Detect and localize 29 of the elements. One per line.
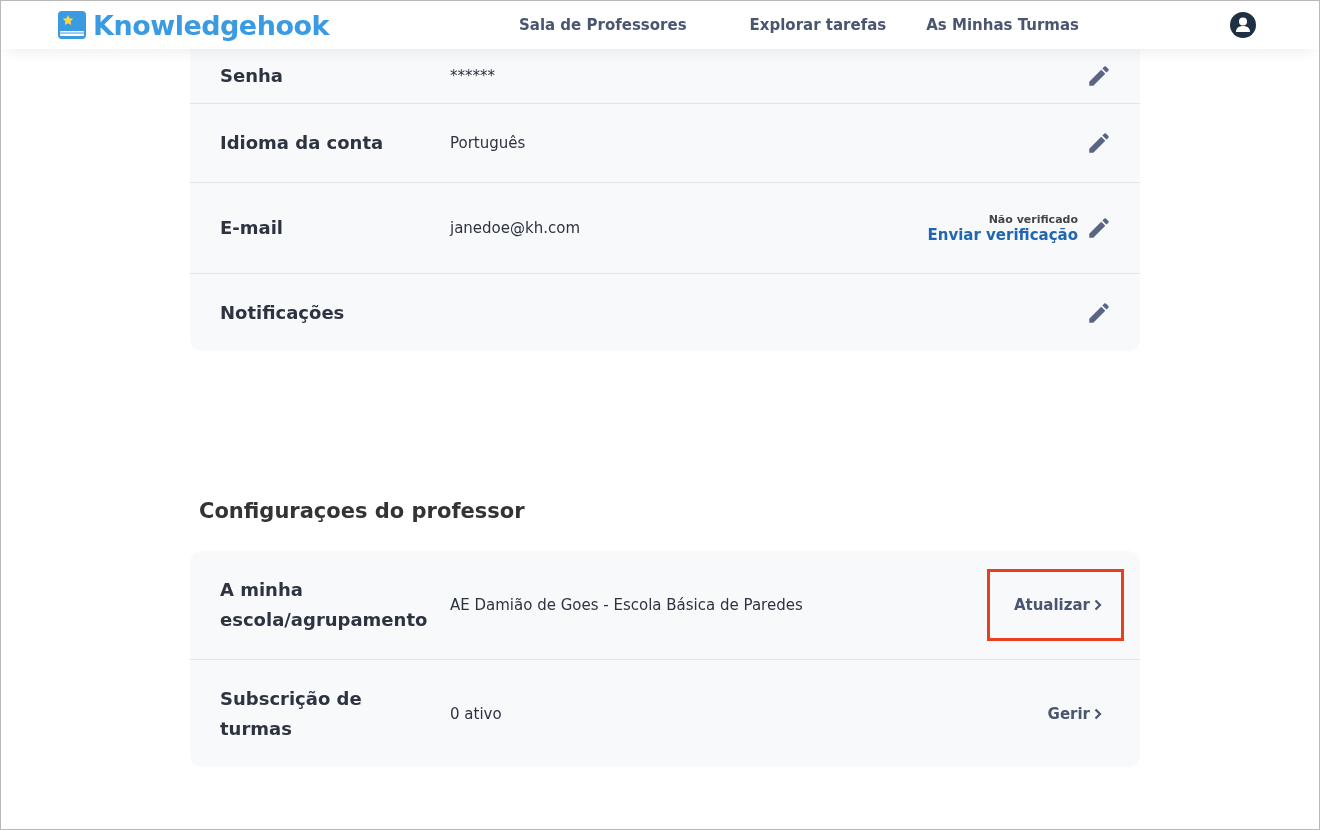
chevron-right-icon [1094, 599, 1102, 611]
setting-label: E-mail [220, 216, 284, 240]
action-link[interactable]: Gerir [1020, 677, 1124, 750]
chevron-right-icon [1094, 707, 1102, 720]
setting-label: A minha escola/agrupamento [220, 578, 429, 632]
send-verification-link[interactable]: Enviar verificação [927, 225, 1078, 244]
nav-link[interactable]: As Minhas Turmas [926, 16, 1080, 34]
section-title: Configuraçoes do professor [199, 499, 526, 523]
setting-value: ****** [450, 67, 496, 85]
setting-value: AE Damião de Goes - Escola Básica de Paredes [450, 596, 804, 614]
edit-icon [1086, 130, 1112, 156]
nav-link[interactable]: Sala de Professores [518, 16, 687, 34]
edit-button[interactable] [1086, 130, 1112, 156]
user-avatar-icon[interactable] [1229, 11, 1257, 39]
setting-label: Idioma da conta [220, 131, 385, 155]
edit-button[interactable] [1086, 215, 1112, 241]
setting-label: Subscrição de turmas [220, 686, 363, 741]
setting-label: Notificações [220, 300, 346, 325]
verification-status: Não verificado [988, 212, 1078, 226]
setting-value: Português [450, 134, 527, 152]
setting-label: Senha [220, 64, 284, 88]
action-link[interactable]: Atualizar [986, 569, 1124, 641]
edit-icon [1086, 215, 1112, 241]
setting-value: janedoe@kh.com [450, 219, 582, 237]
setting-value: 0 ativo [450, 704, 503, 723]
book-logo-icon [57, 10, 87, 40]
edit-button[interactable] [1086, 63, 1112, 89]
nav-link[interactable]: Explorar tarefas [749, 16, 887, 34]
edit-icon [1086, 63, 1112, 89]
